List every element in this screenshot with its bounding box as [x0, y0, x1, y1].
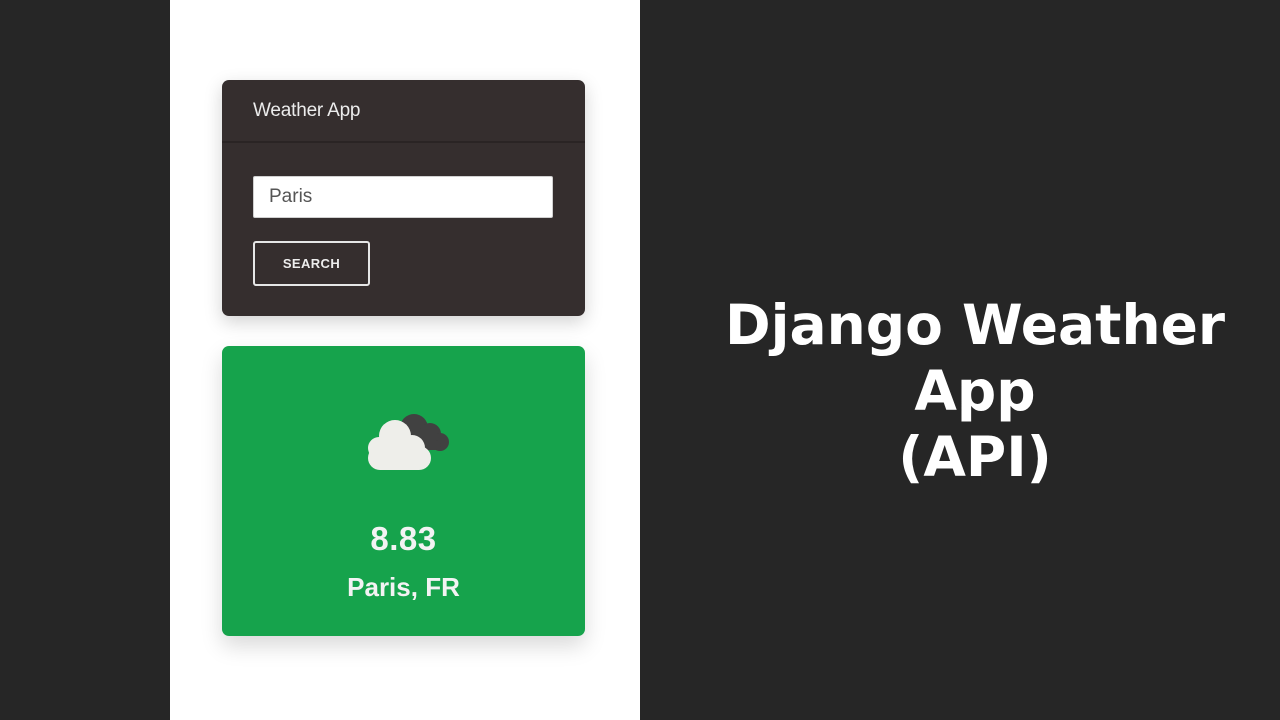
video-title-line-2: (API) [898, 425, 1052, 489]
search-card: Weather App SEARCH [222, 80, 585, 316]
temperature-value: 8.83 [370, 520, 437, 557]
card-header: Weather App [222, 80, 585, 143]
thumbnail-canvas: Weather App SEARCH [0, 0, 1280, 720]
broken-clouds-icon [368, 414, 449, 470]
video-title-line-1: Django Weather App [724, 293, 1226, 423]
city-search-input[interactable] [253, 176, 553, 218]
app-title: Weather App [253, 99, 361, 121]
search-button[interactable]: SEARCH [253, 241, 370, 286]
app-screenshot-panel: Weather App SEARCH [170, 0, 640, 720]
location-label: Paris, FR [347, 572, 460, 602]
video-title: Django Weather App (API) [655, 292, 1280, 490]
weather-result-card: 8.83 Paris, FR [222, 346, 585, 636]
